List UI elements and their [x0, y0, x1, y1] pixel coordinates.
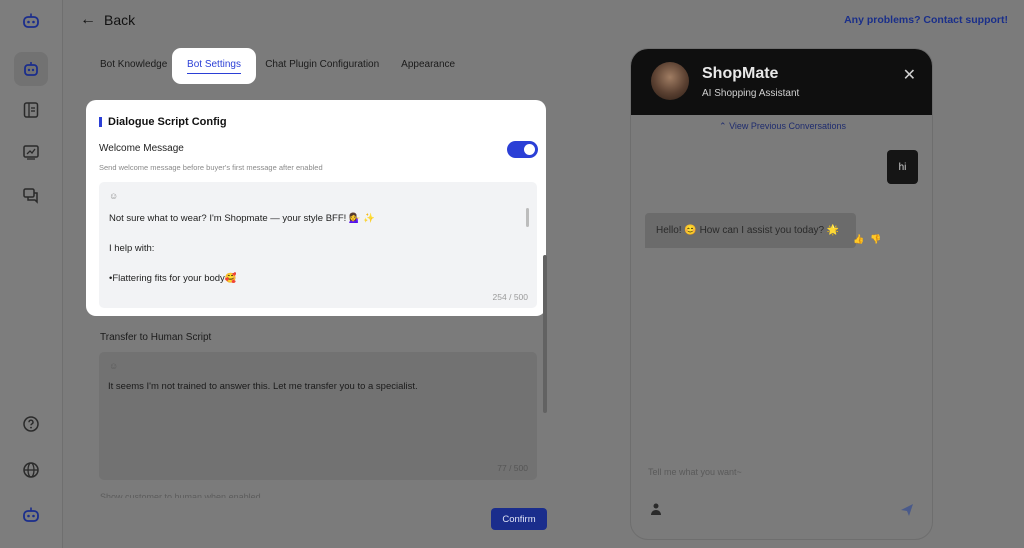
view-previous-link[interactable]: ⌃ View Previous Conversations — [631, 121, 932, 132]
top-bar: ← Back Any problems? Contact support! — [64, 0, 1024, 40]
welcome-line: I help with: — [109, 243, 155, 254]
welcome-message-text: Not sure what to wear? I'm Shopmate — yo… — [109, 211, 375, 286]
chat-preview: ShopMate AI Shopping Assistant ✕ ⌃ View … — [630, 48, 933, 540]
left-sidebar — [0, 0, 63, 548]
bot-subtitle: AI Shopping Assistant — [702, 88, 800, 99]
back-label: Back — [104, 12, 136, 28]
tab-chat-plugin[interactable]: Chat Plugin Configuration — [265, 59, 379, 70]
tab-bot-knowledge[interactable]: Bot Knowledge — [100, 59, 167, 70]
section-title: Dialogue Script Config — [99, 116, 227, 128]
human-agent-icon[interactable] — [649, 502, 663, 516]
title-accent-bar — [99, 117, 102, 127]
emoji-icon[interactable]: ☺ — [109, 361, 118, 371]
thumbs-down-icon[interactable]: 👎 — [870, 234, 881, 245]
back-button[interactable]: ← Back — [80, 11, 135, 29]
dialogue-title: Dialogue Script Config — [108, 116, 227, 128]
welcome-line: •Flattering fits for your body🥰 — [109, 273, 237, 284]
chat-icon[interactable] — [14, 178, 48, 212]
chat-input[interactable]: Tell me what you want~ — [648, 467, 742, 477]
thumbs-up-icon[interactable]: 👍 — [853, 234, 864, 245]
welcome-message-hint: Send welcome message before buyer's firs… — [99, 163, 323, 172]
textarea-scrollbar[interactable] — [526, 208, 529, 227]
welcome-message-label: Welcome Message — [99, 143, 184, 154]
bot-name: ShopMate — [702, 65, 779, 82]
help-icon[interactable] — [14, 407, 48, 441]
message-reactions: 👍 👎 — [853, 234, 881, 245]
welcome-message-toggle[interactable] — [507, 141, 538, 158]
knowledge-icon[interactable] — [14, 93, 48, 127]
chevron-up-icon: ⌃ — [719, 121, 727, 131]
welcome-line — [109, 226, 375, 241]
tab-bar: Bot Knowledge Bot Settings Chat Plugin C… — [100, 56, 477, 72]
bot-avatar — [651, 62, 689, 100]
analytics-icon[interactable] — [14, 135, 48, 169]
support-link[interactable]: Any problems? Contact support! — [844, 14, 1008, 26]
bot-avatar-icon[interactable] — [14, 498, 48, 532]
close-icon[interactable]: ✕ — [903, 65, 916, 85]
main-scrollbar[interactable] — [543, 255, 547, 413]
welcome-line — [109, 256, 375, 271]
transfer-human-label: Transfer to Human Script — [100, 332, 212, 343]
clipped-option-text: Show customer to human when enabled — [100, 492, 261, 498]
bot-logo-icon[interactable] — [14, 4, 48, 38]
arrow-left-icon: ← — [80, 11, 96, 28]
bot-message: Hello! 😊 How can I assist you today? 🌟 — [645, 213, 856, 248]
user-message: hi — [887, 150, 918, 184]
dialogue-script-card: Dialogue Script Config Welcome Message S… — [86, 100, 546, 316]
tab-bot-settings-label: Bot Settings — [187, 59, 241, 74]
welcome-line: Not sure what to wear? I'm Shopmate — yo… — [109, 213, 376, 224]
toggle-knob — [524, 144, 535, 155]
view-previous-label: View Previous Conversations — [729, 121, 846, 131]
welcome-char-count: 254 / 500 — [492, 292, 528, 302]
globe-icon[interactable] — [14, 453, 48, 487]
welcome-message-textarea[interactable]: ☺ Not sure what to wear? I'm Shopmate — … — [99, 182, 537, 308]
confirm-button[interactable]: Confirm — [491, 508, 547, 530]
tab-appearance[interactable]: Appearance — [401, 59, 455, 70]
transfer-human-text: It seems I'm not trained to answer this.… — [108, 381, 418, 392]
tab-bot-settings[interactable]: Bot Settings — [172, 48, 256, 84]
transfer-char-count: 77 / 500 — [497, 463, 528, 473]
chat-header: ShopMate AI Shopping Assistant ✕ — [631, 49, 932, 115]
send-icon[interactable] — [899, 502, 915, 518]
emoji-icon[interactable]: ☺ — [109, 191, 118, 201]
bot-icon[interactable] — [14, 52, 48, 86]
transfer-human-textarea[interactable]: ☺ It seems I'm not trained to answer thi… — [99, 352, 537, 480]
